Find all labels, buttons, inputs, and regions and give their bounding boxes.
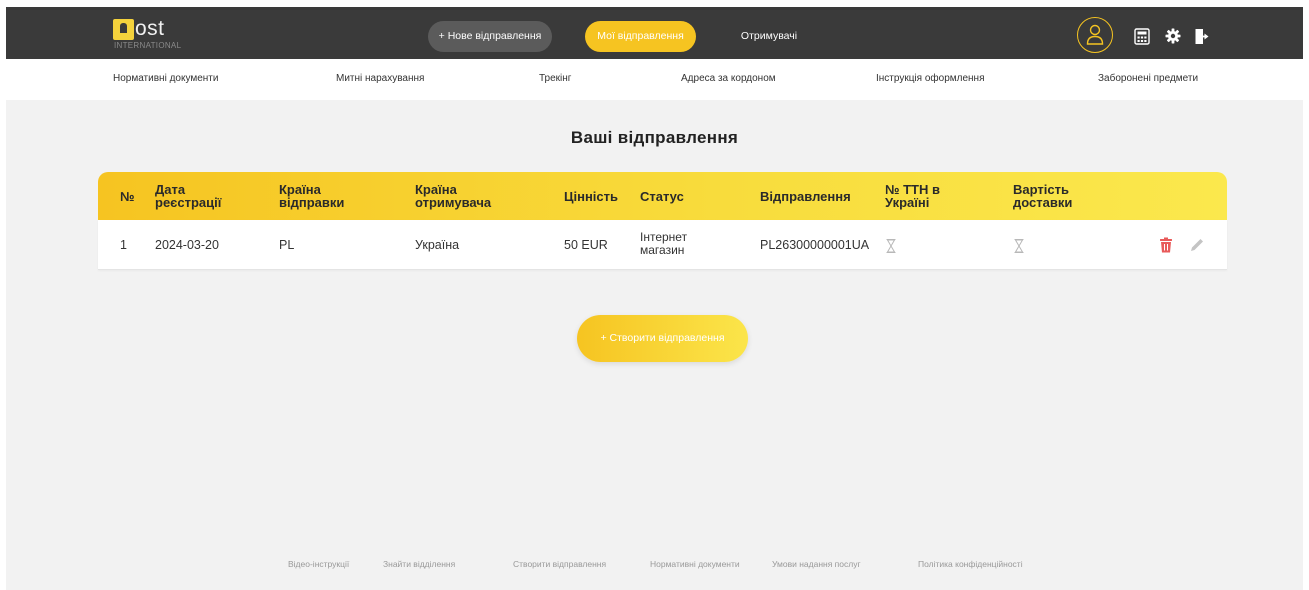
- footer-find-branch[interactable]: Знайти відділення: [383, 559, 455, 569]
- nav-abroad-address[interactable]: Адреса за кордоном: [681, 73, 776, 84]
- footer-video-instructions[interactable]: Відео-інструкції: [288, 559, 349, 569]
- header-delivery-cost-line2: доставки: [1013, 195, 1073, 210]
- my-shipments-tab[interactable]: Мої відправлення: [585, 21, 696, 52]
- footer-create-shipment[interactable]: Створити відправлення: [513, 559, 606, 569]
- main-content: Ваші відправлення № Дата реєстрації Краї…: [6, 100, 1303, 590]
- footer-terms[interactable]: Умови надання послуг: [772, 559, 861, 569]
- header-ttn-line2: Україні: [885, 195, 930, 210]
- pencil-icon[interactable]: [1189, 237, 1205, 253]
- logo-text: ost: [135, 17, 165, 40]
- header-reg-date: Дата реєстрації: [155, 183, 221, 209]
- create-shipment-button[interactable]: + Створити відправлення: [577, 315, 748, 362]
- header-shipment: Відправлення: [760, 189, 851, 204]
- header-reg-date-line2: реєстрації: [155, 195, 222, 210]
- header-delivery-cost: Вартість доставки: [1013, 183, 1072, 209]
- nav-tracking[interactable]: Трекінг: [539, 73, 571, 84]
- gear-icon[interactable]: [1162, 25, 1184, 47]
- cell-number: 1: [120, 238, 127, 252]
- trash-icon[interactable]: [1158, 237, 1174, 253]
- header-status: Статус: [640, 189, 684, 204]
- nav-prohibited-items[interactable]: Заборонені предмети: [1098, 73, 1198, 84]
- cell-recv-country: Україна: [415, 238, 460, 252]
- logo[interactable]: ost INTERNATIONAL: [113, 17, 181, 53]
- logo-mark: [113, 19, 134, 40]
- header-send-country: Країна відправки: [279, 183, 344, 209]
- user-icon[interactable]: [1077, 17, 1113, 53]
- header-send-country-line2: відправки: [279, 195, 345, 210]
- shipments-table: № Дата реєстрації Країна відправки Країн…: [98, 172, 1227, 270]
- page-title: Ваші відправлення: [570, 128, 739, 147]
- header-recv-country-line2: отримувача: [415, 195, 492, 210]
- cell-send-country: PL: [279, 238, 295, 252]
- secondary-nav: Нормативні документи Митні нарахування Т…: [6, 60, 1303, 100]
- footer: Відео-інструкції Знайти відділення Створ…: [6, 559, 1303, 573]
- header-number: №: [120, 189, 135, 204]
- hourglass-icon: [886, 239, 896, 253]
- recipients-tab[interactable]: Отримувачі: [725, 21, 813, 52]
- footer-privacy-policy[interactable]: Політика конфіденційності: [918, 559, 1023, 569]
- nav-instructions[interactable]: Інструкція оформлення: [876, 73, 985, 84]
- table-header: № Дата реєстрації Країна відправки Країн…: [98, 172, 1227, 220]
- hourglass-icon: [1014, 239, 1024, 253]
- nav-customs-charges[interactable]: Митні нарахування: [336, 73, 424, 84]
- cell-status-line2: магазин: [640, 243, 685, 257]
- new-shipment-button[interactable]: + Нове відправлення: [428, 21, 552, 52]
- top-bar: ost INTERNATIONAL + Нове відправлення Мо…: [6, 7, 1303, 59]
- nav-regulatory-docs[interactable]: Нормативні документи: [113, 73, 218, 84]
- cell-value: 50 EUR: [564, 238, 608, 252]
- header-ttn: № ТТН в Україні: [885, 183, 940, 209]
- calculator-icon[interactable]: [1131, 25, 1153, 47]
- cell-status: Інтернет магазин: [640, 231, 687, 257]
- logout-icon[interactable]: [1191, 25, 1213, 47]
- table-row[interactable]: 1 2024-03-20 PL Україна 50 EUR Інтернет …: [98, 220, 1227, 270]
- cell-reg-date: 2024-03-20: [155, 238, 219, 252]
- cell-shipment-number[interactable]: PL26300000001UA: [760, 238, 869, 252]
- header-recv-country: Країна отримувача: [415, 183, 491, 209]
- user-glyph: [1086, 24, 1104, 45]
- header-value: Цінність: [564, 189, 619, 204]
- logo-subtitle: INTERNATIONAL: [114, 41, 182, 50]
- footer-regulatory-docs[interactable]: Нормативні документи: [650, 559, 740, 569]
